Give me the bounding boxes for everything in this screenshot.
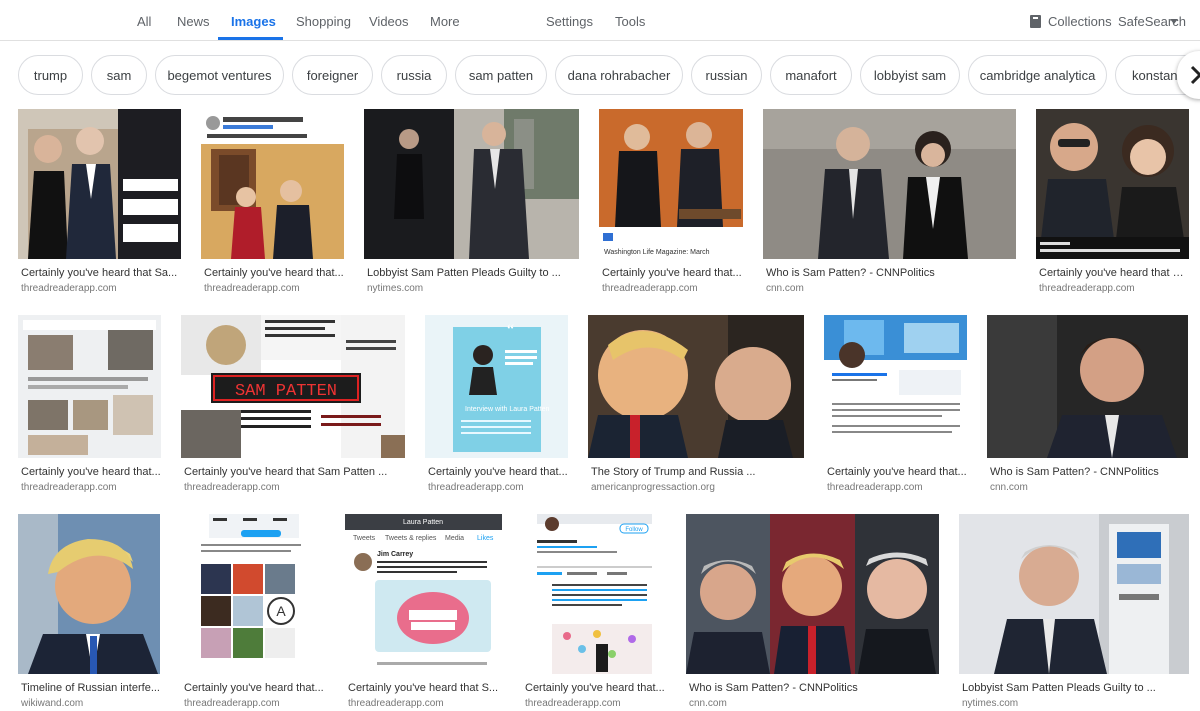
thumbnail[interactable] [1036, 109, 1189, 259]
result-title[interactable]: Certainly you've heard that Sa... [21, 267, 181, 279]
thumbnail[interactable] [18, 315, 161, 458]
result-title[interactable]: Who is Sam Patten? - CNNPolitics [689, 682, 939, 694]
result-source: threadreaderapp.com [21, 283, 117, 294]
result-source: nytimes.com [367, 283, 424, 294]
result-title[interactable]: Certainly you've heard that... [204, 267, 344, 279]
thumbnail[interactable] [763, 109, 1016, 259]
chip-foreigner[interactable]: foreigner [292, 55, 373, 95]
result-source: threadreaderapp.com [428, 482, 524, 493]
tab-likes-label: Likes [477, 535, 494, 542]
result-title[interactable]: Certainly you've heard that... [525, 682, 665, 694]
thumbnail[interactable] [588, 315, 804, 458]
thumbnail[interactable] [824, 315, 967, 458]
result-source: nytimes.com [962, 698, 1019, 709]
result-title[interactable]: Lobbyist Sam Patten Pleads Guilty to ... [962, 682, 1189, 694]
thumbnail[interactable]: Washington Life Magazine: March [599, 109, 743, 259]
thumbnail[interactable] [987, 315, 1188, 458]
related-searches-bar: trump sam begemot ventures foreigner rus… [0, 55, 1200, 97]
washington-life-caption: Washington Life Magazine: March [604, 249, 710, 256]
result-source: threadreaderapp.com [348, 698, 444, 709]
tab-tweets-label: Tweets [353, 535, 376, 542]
tab-shopping[interactable]: Shopping [296, 14, 351, 29]
thumbnail[interactable] [18, 514, 160, 674]
tools-link[interactable]: Tools [615, 14, 645, 29]
result-source: wikiwand.com [21, 698, 84, 709]
sam-patten-banner: SAM PATTEN [235, 382, 337, 401]
chip-russia[interactable]: russia [381, 55, 447, 95]
result-source: threadreaderapp.com [184, 482, 280, 493]
chip-dana-rohrabacher[interactable]: dana rohrabacher [555, 55, 683, 95]
tab-all[interactable]: All [137, 14, 151, 29]
chip-cambridge-analytica[interactable]: cambridge analytica [968, 55, 1107, 95]
chip-sam-patten[interactable]: sam patten [455, 55, 547, 95]
tweet-author: Jim Carrey [377, 551, 413, 558]
chevron-down-icon[interactable] [1170, 19, 1178, 24]
chip-russian[interactable]: russian [691, 55, 762, 95]
thumbnail[interactable] [364, 109, 579, 259]
tab-videos[interactable]: Videos [369, 14, 409, 29]
top-nav: All News Images Shopping Videos More Set… [0, 0, 1200, 41]
result-source: cnn.com [990, 482, 1028, 493]
result-title[interactable]: Certainly you've heard that Sam Patten .… [184, 466, 405, 478]
tab-replies-label: Tweets & replies [385, 535, 437, 542]
thumbnail[interactable]: “ Interview with Laura Patten [425, 315, 568, 458]
interview-heading: Interview with Laura Patten [465, 406, 550, 413]
chip-trump[interactable]: trump [18, 55, 83, 95]
bookmark-icon[interactable] [1030, 15, 1041, 28]
profile-name: Laura Patten [403, 519, 443, 526]
tab-images[interactable]: Images [231, 14, 276, 29]
result-source: threadreaderapp.com [602, 283, 698, 294]
chip-begemot-ventures[interactable]: begemot ventures [155, 55, 284, 95]
result-title[interactable]: Certainly you've heard that... [184, 682, 324, 694]
thumbnail[interactable]: Follow [522, 514, 665, 674]
result-source: threadreaderapp.com [827, 482, 923, 493]
result-title[interactable]: Certainly you've heard that... [827, 466, 967, 478]
result-title[interactable]: Certainly you've heard that... [21, 466, 161, 478]
result-source: cnn.com [689, 698, 727, 709]
result-source: cnn.com [766, 283, 804, 294]
result-title[interactable]: Certainly you've heard that S... [1039, 267, 1189, 279]
result-source: threadreaderapp.com [184, 698, 280, 709]
chevron-right-icon [1190, 65, 1200, 85]
result-title[interactable]: Timeline of Russian interfe... [21, 682, 160, 694]
chip-manafort[interactable]: manafort [770, 55, 852, 95]
tab-news[interactable]: News [177, 14, 210, 29]
result-source: threadreaderapp.com [1039, 283, 1135, 294]
settings-link[interactable]: Settings [546, 14, 593, 29]
chip-sam[interactable]: sam [91, 55, 147, 95]
thumbnail[interactable]: SAM PATTEN [181, 315, 405, 458]
thumbnail[interactable]: A [181, 514, 324, 674]
result-title[interactable]: Certainly you've heard that S... [348, 682, 502, 694]
thumbnail[interactable]: Laura Patten Tweets Tweets & replies Med… [345, 514, 502, 674]
result-title[interactable]: Who is Sam Patten? - CNNPolitics [990, 466, 1188, 478]
thumbnail[interactable] [18, 109, 181, 259]
result-title[interactable]: Certainly you've heard that... [428, 466, 568, 478]
result-source: threadreaderapp.com [525, 698, 621, 709]
thumbnail[interactable] [201, 109, 344, 259]
active-tab-indicator [218, 37, 283, 40]
follow-button: Follow [625, 527, 643, 533]
thumbnail[interactable] [686, 514, 939, 674]
tab-more[interactable]: More [430, 14, 460, 29]
result-title[interactable]: The Story of Trump and Russia ... [591, 466, 804, 478]
collections-link[interactable]: Collections [1048, 14, 1112, 29]
thumbnail[interactable] [959, 514, 1189, 674]
svg-text:“: “ [507, 322, 514, 339]
svg-text:A: A [276, 603, 286, 619]
result-title[interactable]: Lobbyist Sam Patten Pleads Guilty to ... [367, 267, 579, 279]
result-source: americanprogressaction.org [591, 482, 715, 493]
chip-lobbyist-sam[interactable]: lobbyist sam [860, 55, 960, 95]
result-title[interactable]: Certainly you've heard that... [602, 267, 743, 279]
result-source: threadreaderapp.com [204, 283, 300, 294]
result-source: threadreaderapp.com [21, 482, 117, 493]
tab-media-label: Media [445, 535, 464, 542]
result-title[interactable]: Who is Sam Patten? - CNNPolitics [766, 267, 1016, 279]
